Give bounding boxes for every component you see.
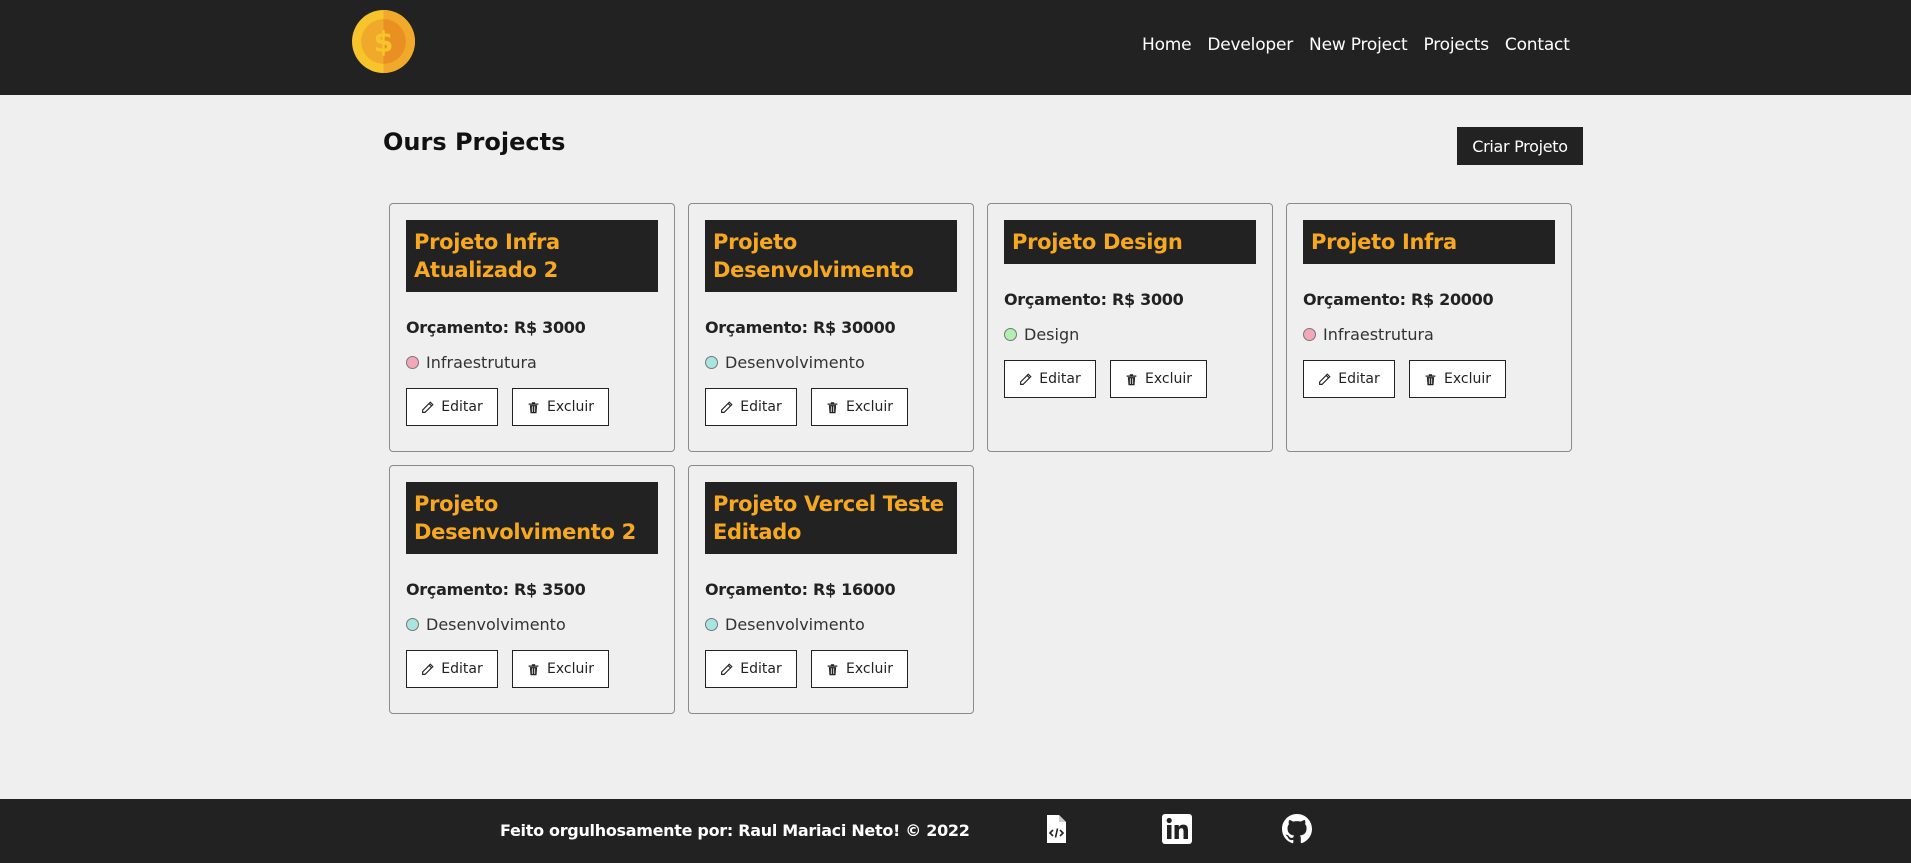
navbar: $ Home Developer New Project Projects Co… — [0, 0, 1911, 95]
project-category: Infraestrutura — [1303, 325, 1555, 344]
category-dot — [1303, 328, 1316, 341]
delete-button[interactable]: Excluir — [811, 650, 908, 688]
nav-projects[interactable]: Projects — [1424, 35, 1490, 55]
card-actions: Editar Excluir — [406, 388, 658, 426]
trash-icon — [827, 663, 838, 675]
delete-label: Excluir — [846, 661, 893, 677]
project-title: Projeto Vercel Teste Editado — [705, 482, 957, 554]
trash-icon — [1126, 373, 1137, 385]
delete-label: Excluir — [547, 399, 594, 415]
project-cards: Projeto Infra Atualizado 2 Orçamento: R$… — [389, 203, 1579, 714]
delete-label: Excluir — [1444, 371, 1491, 387]
project-budget: Orçamento: R$ 16000 — [705, 580, 896, 599]
trash-icon — [827, 401, 838, 413]
project-card: Projeto Desenvolvimento Orçamento: R$ 30… — [688, 203, 974, 452]
edit-button[interactable]: Editar — [406, 650, 498, 688]
category-label: Desenvolvimento — [725, 353, 865, 372]
edit-label: Editar — [1338, 371, 1380, 387]
delete-label: Excluir — [547, 661, 594, 677]
project-category: Desenvolvimento — [406, 615, 658, 634]
delete-button[interactable]: Excluir — [512, 388, 609, 426]
delete-button[interactable]: Excluir — [1110, 360, 1207, 398]
card-actions: Editar Excluir — [705, 650, 957, 688]
code-file-icon[interactable] — [1040, 813, 1072, 845]
project-budget: Orçamento: R$ 3000 — [406, 318, 586, 337]
github-icon[interactable] — [1281, 813, 1313, 845]
project-budget: Orçamento: R$ 30000 — [705, 318, 896, 337]
pencil-icon — [1319, 372, 1331, 385]
create-project-button[interactable]: Criar Projeto — [1457, 127, 1583, 165]
category-label: Desenvolvimento — [426, 615, 566, 634]
pencil-icon — [721, 662, 733, 675]
project-category: Design — [1004, 325, 1256, 344]
trash-icon — [528, 663, 539, 675]
category-label: Desenvolvimento — [725, 615, 865, 634]
project-card: Projeto Vercel Teste Editado Orçamento: … — [688, 465, 974, 714]
category-label: Design — [1024, 325, 1080, 344]
edit-label: Editar — [441, 399, 483, 415]
edit-button[interactable]: Editar — [406, 388, 498, 426]
delete-button[interactable]: Excluir — [1409, 360, 1506, 398]
pencil-icon — [422, 662, 434, 675]
category-dot — [705, 618, 718, 631]
edit-label: Editar — [740, 399, 782, 415]
project-category: Infraestrutura — [406, 353, 658, 372]
edit-label: Editar — [740, 661, 782, 677]
delete-button[interactable]: Excluir — [512, 650, 609, 688]
nav-links: Home Developer New Project Projects Cont… — [1142, 0, 1586, 90]
card-actions: Editar Excluir — [406, 650, 658, 688]
project-budget: Orçamento: R$ 3000 — [1004, 290, 1184, 309]
footer-credit: Feito orgulhosamente por: Raul Mariaci N… — [500, 820, 970, 840]
card-actions: Editar Excluir — [1004, 360, 1256, 398]
trash-icon — [1425, 373, 1436, 385]
project-title: Projeto Infra — [1303, 220, 1555, 264]
nav-home[interactable]: Home — [1142, 35, 1192, 55]
project-title: Projeto Desenvolvimento 2 — [406, 482, 658, 554]
project-card: Projeto Infra Atualizado 2 Orçamento: R$… — [389, 203, 675, 452]
delete-button[interactable]: Excluir — [811, 388, 908, 426]
category-label: Infraestrutura — [1323, 325, 1434, 344]
project-category: Desenvolvimento — [705, 615, 957, 634]
project-title: Projeto Infra Atualizado 2 — [406, 220, 658, 292]
page-title: Ours Projects — [383, 128, 566, 156]
nav-developer[interactable]: Developer — [1207, 35, 1293, 55]
project-title: Projeto Design — [1004, 220, 1256, 264]
delete-label: Excluir — [846, 399, 893, 415]
nav-new-project[interactable]: New Project — [1309, 35, 1408, 55]
project-title: Projeto Desenvolvimento — [705, 220, 957, 292]
nav-contact[interactable]: Contact — [1505, 35, 1570, 55]
project-card: Projeto Infra Orçamento: R$ 20000 Infrae… — [1286, 203, 1572, 452]
category-dot — [1004, 328, 1017, 341]
project-budget: Orçamento: R$ 20000 — [1303, 290, 1494, 309]
edit-label: Editar — [441, 661, 483, 677]
category-dot — [406, 618, 419, 631]
project-budget: Orçamento: R$ 3500 — [406, 580, 586, 599]
delete-label: Excluir — [1145, 371, 1192, 387]
project-category: Desenvolvimento — [705, 353, 957, 372]
trash-icon — [528, 401, 539, 413]
pencil-icon — [422, 400, 434, 413]
edit-button[interactable]: Editar — [705, 388, 797, 426]
edit-button[interactable]: Editar — [1303, 360, 1395, 398]
pencil-icon — [721, 400, 733, 413]
linkedin-icon[interactable] — [1161, 813, 1193, 845]
edit-button[interactable]: Editar — [705, 650, 797, 688]
category-dot — [705, 356, 718, 369]
card-actions: Editar Excluir — [705, 388, 957, 426]
category-label: Infraestrutura — [426, 353, 537, 372]
card-actions: Editar Excluir — [1303, 360, 1555, 398]
project-card: Projeto Design Orçamento: R$ 3000 Design… — [987, 203, 1273, 452]
coin-dollar-icon[interactable]: $ — [351, 9, 416, 74]
svg-text:$: $ — [374, 26, 394, 59]
pencil-icon — [1020, 372, 1032, 385]
edit-label: Editar — [1039, 371, 1081, 387]
footer: Feito orgulhosamente por: Raul Mariaci N… — [0, 799, 1911, 863]
edit-button[interactable]: Editar — [1004, 360, 1096, 398]
category-dot — [406, 356, 419, 369]
project-card: Projeto Desenvolvimento 2 Orçamento: R$ … — [389, 465, 675, 714]
